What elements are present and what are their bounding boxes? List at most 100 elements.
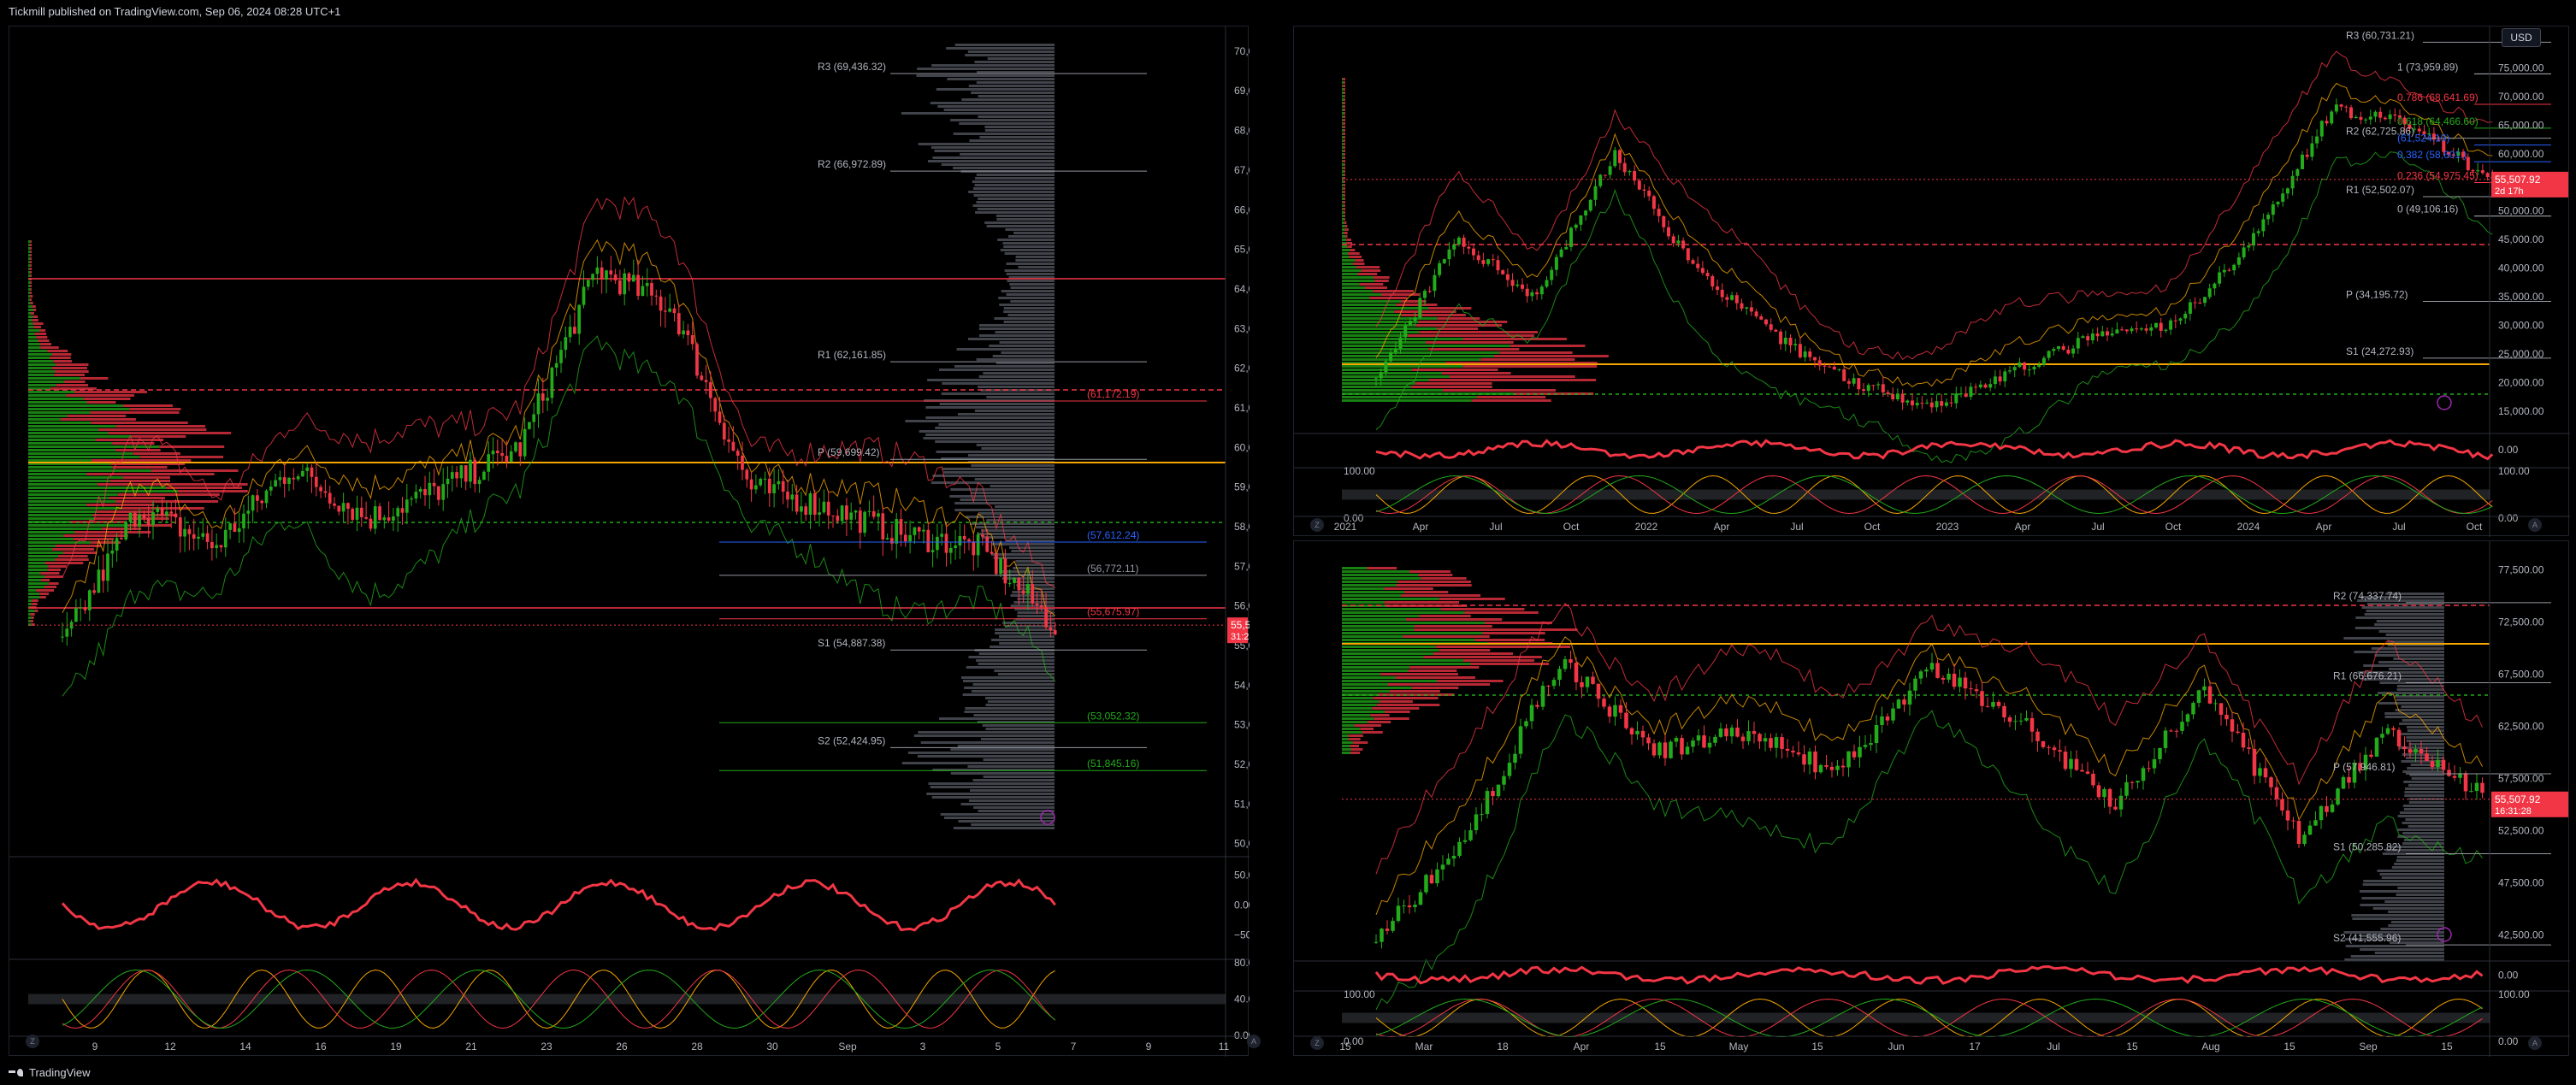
volume-profile-bar-down [74, 391, 147, 393]
candle-body [858, 510, 862, 534]
session-volume-bar [2360, 948, 2444, 951]
candle-body [741, 455, 744, 470]
volume-profile-bar-down [53, 360, 72, 363]
candle-body [1907, 690, 1912, 705]
volume-profile-bar-up [1342, 283, 1360, 286]
volume-profile-bar-down [1373, 290, 1415, 292]
volume-profile-bar-down [1344, 88, 1345, 91]
volume-profile-bar-down [32, 319, 38, 321]
volume-profile-bar-up [28, 326, 34, 328]
currency-button[interactable]: USD [2502, 28, 2541, 47]
candle-body [2135, 328, 2139, 330]
time-axis-tick: 9 [1146, 1041, 1152, 1053]
bottom-right-auto-scale-button[interactable]: A [2528, 1036, 2542, 1050]
volume-profile-bar-down [1394, 310, 1456, 313]
session-volume-bar [925, 406, 1055, 409]
candle-body [2291, 820, 2295, 822]
volume-profile-bar-down [30, 620, 33, 622]
pivot-label: R1 (52,502.07) [2346, 184, 2414, 196]
price-axis-tick: 65,000.00 [2498, 119, 2544, 131]
left-zoom-button[interactable]: Z [26, 1035, 39, 1048]
time-axis-tick: 18 [1497, 1041, 1509, 1053]
volume-profile-bar-down [1442, 372, 1511, 374]
tradingview-logo[interactable]: TradingView [9, 1061, 91, 1085]
candle-body [2354, 116, 2358, 119]
volume-profile-bar-down [1365, 286, 1387, 289]
volume-profile-bar-down [1344, 211, 1345, 214]
volume-profile-bar-up [1342, 700, 1380, 703]
candle-body [631, 274, 635, 282]
session-volume-bar [971, 823, 1055, 826]
session-volume-bar [971, 91, 1055, 94]
candle-body [682, 330, 685, 335]
volume-profile-bar-down [108, 432, 232, 434]
session-volume-bar [976, 174, 1055, 176]
candle-body [532, 414, 536, 422]
volume-profile-bar-up [1342, 574, 1419, 576]
price-axis-tick: 30,000.00 [2498, 320, 2544, 332]
candle-body [1396, 905, 1401, 922]
candle-body [999, 558, 1002, 575]
session-volume-bar [978, 95, 1055, 97]
candle-body [1940, 401, 1944, 406]
volume-profile-bar-up [28, 274, 31, 277]
candle-body [364, 516, 368, 519]
volume-profile-bar-down [1367, 567, 1397, 569]
candle-body [2213, 283, 2217, 289]
time-axis-tick: 17 [1969, 1041, 1981, 1053]
candle-body [1724, 728, 1728, 737]
candle-body [826, 501, 830, 516]
session-volume-bar [2351, 914, 2444, 917]
candle-body [269, 486, 273, 491]
candle-body [92, 590, 96, 593]
candle-body [301, 470, 304, 477]
volume-profile-bar-up [28, 295, 31, 298]
session-volume-bar [1017, 598, 1055, 600]
session-volume-bar [975, 177, 1055, 180]
session-volume-bar [983, 372, 1055, 374]
bottom-right-chart-pane[interactable]: R2 (74,337.74) R1 (66,676.21) P (57,946.81… [1293, 540, 2570, 1057]
volume-profile-bar-down [1415, 382, 1492, 385]
left-chart-pane[interactable]: R3 (69,436.32) R2 (66,972.89) R1 (62,161.8… [9, 26, 1250, 1057]
price-axis-tick: 40,000.00 [2498, 262, 2544, 274]
candle-body [990, 551, 994, 554]
candle-body [1662, 215, 1666, 227]
volume-profile-bar-up [1342, 351, 1500, 354]
bar-countdown: 16:31:28 [2495, 806, 2532, 817]
candle-body [1696, 263, 1700, 268]
volume-profile-bar-up [28, 620, 31, 622]
candle-body [1852, 751, 1857, 758]
mid-band-line [1375, 636, 2483, 916]
session-volume-bar [931, 796, 1055, 799]
volume-profile-bar-up [28, 572, 41, 575]
candle-body [700, 375, 704, 380]
candle-body [1969, 386, 1973, 398]
top-right-zoom-button[interactable]: Z [1310, 518, 1324, 532]
volume-profile-bar-up [1342, 632, 1483, 634]
candle-body [2124, 781, 2129, 796]
candle-body [1472, 248, 1475, 256]
price-axis-tick: 65,000.00 [1234, 244, 1250, 256]
top-right-chart-pane[interactable]: R3 (60,731.21) R2 (62,725.86) R1 (52,502.0… [1293, 26, 2570, 537]
candle-body [1866, 385, 1870, 392]
session-volume-bar [953, 827, 1055, 829]
volume-profile-bar-down [92, 459, 192, 462]
bottom-right-zoom-button[interactable]: Z [1310, 1036, 1324, 1050]
volume-profile-bar-down [1362, 731, 1383, 734]
candle-body [1725, 297, 1729, 300]
candle-body [2057, 345, 2060, 350]
volume-profile-bar-up [1342, 297, 1370, 299]
candle-body [605, 270, 608, 280]
candle-body [1881, 384, 1885, 392]
volume-profile-bar-down [1344, 174, 1345, 176]
top-right-auto-scale-button[interactable]: A [2528, 518, 2542, 532]
session-volume-bar [999, 304, 1055, 306]
session-volume-bar [962, 680, 1055, 682]
price-axis-tick: 50,000.00 [1234, 838, 1250, 850]
volume-profile-bar-down [151, 469, 239, 472]
volume-profile-bar-down [178, 490, 248, 492]
session-volume-bar [2378, 661, 2444, 663]
session-volume-bar [918, 143, 1055, 145]
left-auto-scale-button[interactable]: A [1247, 1035, 1261, 1048]
volume-profile-bar-up [1342, 646, 1436, 648]
